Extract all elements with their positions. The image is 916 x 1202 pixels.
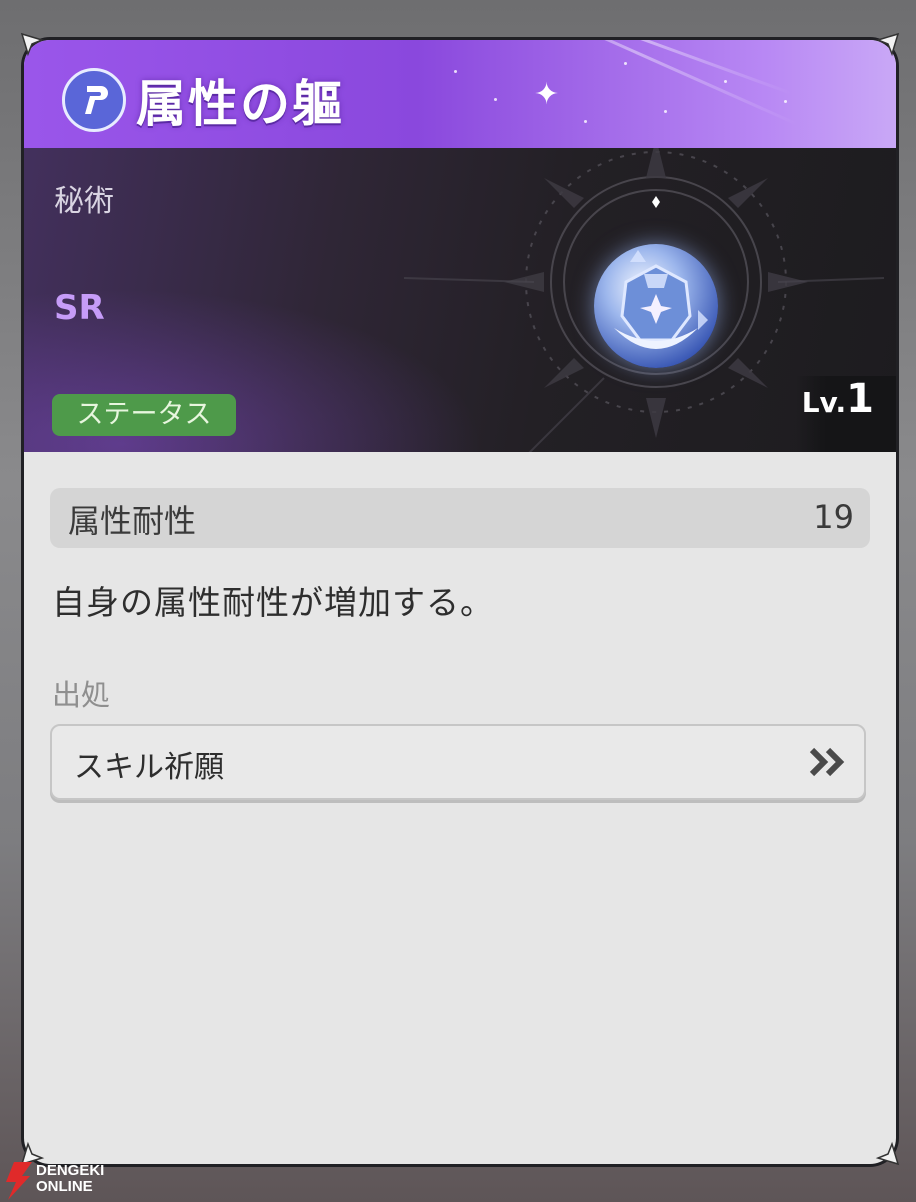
- sparkle-icon: ✦: [534, 77, 560, 112]
- stat-name: 属性耐性: [68, 502, 197, 540]
- source-button-label: スキル祈願: [74, 750, 224, 785]
- source-label: 出処: [52, 678, 111, 712]
- watermark-line2: ONLINE: [36, 1178, 93, 1195]
- source-skill-wish-button[interactable]: スキル祈願: [50, 724, 866, 800]
- type-tag: ステータス: [52, 394, 236, 436]
- stat-value: 19: [813, 498, 854, 536]
- level-indicator: Lv.1: [796, 376, 896, 452]
- title-bar: ✦ 属性の軀: [24, 40, 896, 148]
- corner-ornament-icon: [20, 32, 45, 57]
- hero-panel: 秘術 SR ステータス Lv.1: [24, 148, 896, 452]
- corner-ornament-icon: [875, 1141, 900, 1166]
- item-detail-card: ✦ 属性の軀 秘術 SR ステータス Lv.1 属性耐性 19 自身の属性耐性が…: [24, 40, 896, 1164]
- skill-title: 属性の軀: [136, 75, 344, 133]
- dengeki-online-watermark: DENGEKI ONLINE: [0, 1160, 130, 1202]
- armor-orb-icon: [594, 244, 718, 368]
- level-value: 1: [846, 376, 874, 422]
- corner-ornament-icon: [875, 32, 900, 57]
- watermark-line1: DENGEKI: [36, 1162, 105, 1179]
- skill-description: 自身の属性耐性が増加する。: [52, 583, 494, 622]
- category-label: 秘術: [54, 184, 114, 219]
- p-badge-icon: [62, 68, 126, 132]
- lightning-logo-icon: [6, 1162, 32, 1200]
- rarity-label: SR: [54, 288, 105, 328]
- level-prefix: Lv.: [801, 386, 847, 419]
- double-chevron-right-icon: [809, 747, 845, 777]
- stat-row: 属性耐性 19: [50, 488, 870, 548]
